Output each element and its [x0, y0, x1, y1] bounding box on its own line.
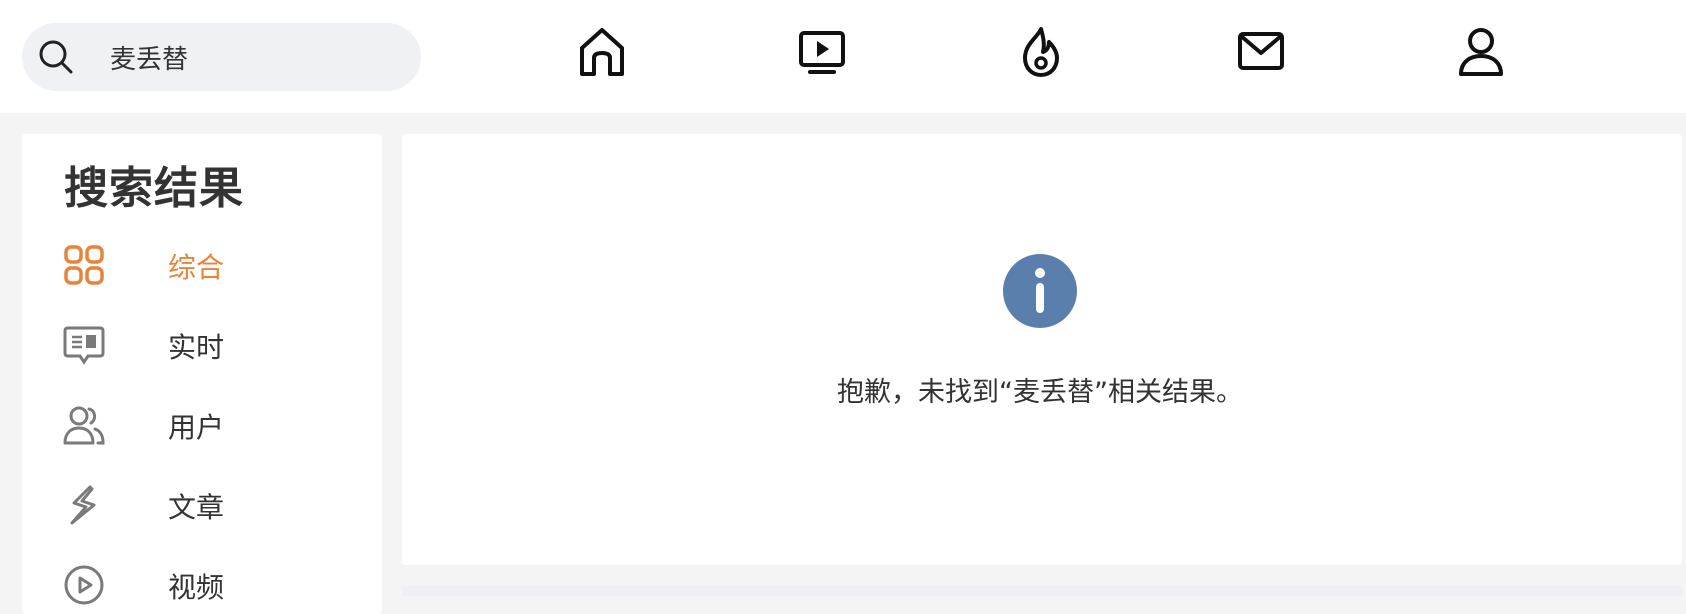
home-icon[interactable]: [578, 26, 626, 78]
next-panel-edge: [402, 586, 1682, 596]
sidebar-title: 搜索结果: [64, 163, 244, 214]
mail-icon[interactable]: [1237, 26, 1285, 78]
sidebar-item-label: 用户: [168, 411, 225, 444]
no-results-message: 抱歉，未找到“麦丢替”相关结果。: [837, 377, 1243, 408]
sidebar-item-comprehensive[interactable]: 综合: [62, 237, 362, 293]
user-icon[interactable]: [1457, 26, 1505, 78]
results-panel: 抱歉，未找到“麦丢替”相关结果。: [402, 134, 1682, 565]
top-bar: [0, 0, 1686, 113]
grid-icon: [64, 245, 104, 285]
sidebar-item-realtime[interactable]: 实时: [62, 317, 362, 373]
info-icon: [1003, 254, 1077, 328]
sidebar: 搜索结果: [22, 134, 382, 614]
video-icon[interactable]: [798, 26, 846, 78]
sidebar-item-label: 实时: [168, 331, 225, 364]
sidebar-item-label: 文章: [168, 491, 225, 524]
play-circle-icon: [64, 565, 104, 605]
sidebar-item-users[interactable]: 用户: [62, 397, 362, 453]
sidebar-item-articles[interactable]: 文章: [62, 477, 362, 533]
sidebar-item-label: 综合: [168, 251, 225, 284]
users-icon: [63, 406, 105, 445]
search-input[interactable]: [110, 23, 410, 91]
search-icon: [39, 40, 73, 74]
article-icon: [70, 485, 96, 525]
search-box[interactable]: [22, 23, 421, 91]
sidebar-item-videos[interactable]: 视频: [62, 557, 362, 613]
fire-icon[interactable]: [1017, 26, 1065, 78]
sidebar-item-label: 视频: [168, 571, 225, 604]
realtime-icon: [63, 326, 105, 365]
